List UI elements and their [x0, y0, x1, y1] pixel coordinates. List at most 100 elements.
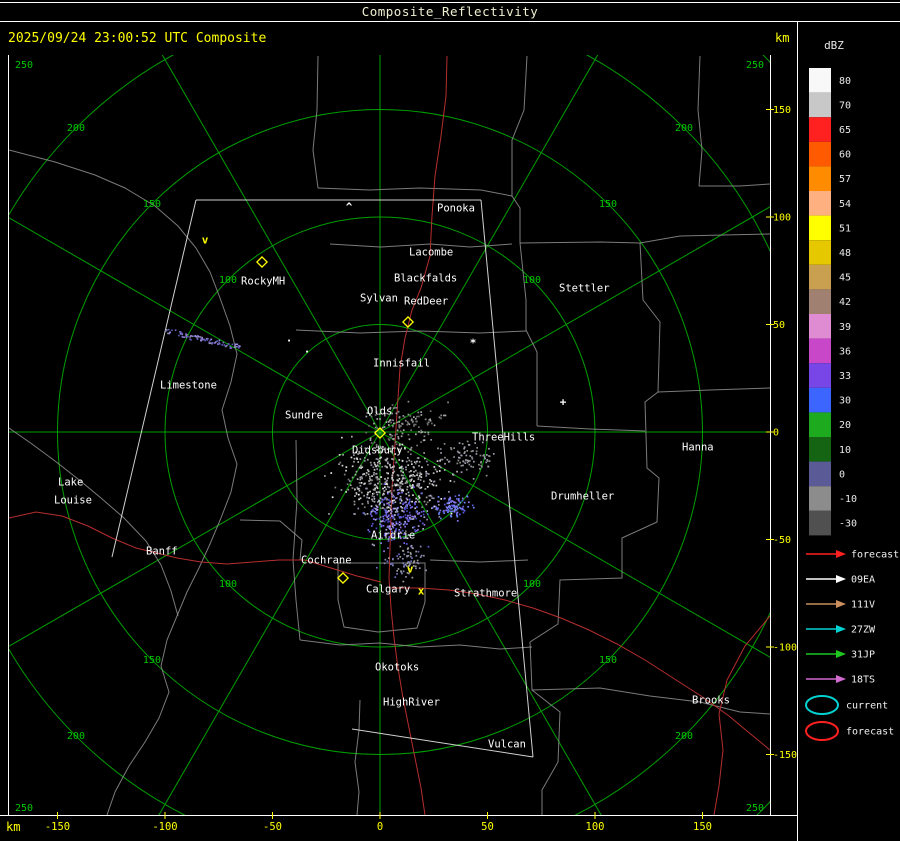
radar-echo — [388, 518, 390, 520]
radar-echo — [440, 518, 442, 520]
radar-echo — [412, 577, 414, 579]
town-label: Limestone — [160, 380, 217, 392]
radar-echo — [409, 499, 411, 501]
radar-echo — [359, 490, 361, 492]
radar-echo — [404, 447, 406, 449]
storm-ellipse-label: current — [846, 701, 888, 712]
radar-echo — [457, 516, 459, 518]
radar-echo — [350, 484, 352, 486]
radar-echo — [466, 455, 468, 457]
radar-echo — [444, 463, 446, 465]
radar-echo — [384, 521, 386, 523]
radar-echo — [386, 472, 388, 474]
radar-echo — [390, 505, 392, 507]
ring-distance-label: 100 — [523, 275, 541, 286]
dbz-value: 33 — [839, 371, 851, 382]
storm-vector-arrowhead-icon — [836, 650, 846, 658]
radar-echo — [380, 516, 382, 518]
radar-echo — [406, 543, 408, 545]
radar-echo — [410, 429, 412, 431]
radar-echo — [400, 496, 402, 498]
radar-echo — [418, 495, 420, 497]
radar-echo — [375, 473, 377, 475]
dbz-value: 10 — [839, 445, 851, 456]
storm-vector-arrowhead-icon — [836, 625, 846, 633]
radar-echo — [418, 513, 420, 515]
radar-echo — [424, 435, 426, 437]
radar-echo — [395, 485, 397, 487]
radar-echo — [375, 427, 377, 429]
storm-vector-label: 31JP — [851, 650, 875, 661]
dbz-value: 60 — [839, 150, 851, 161]
radar-echo — [378, 500, 380, 502]
radar-echo — [462, 500, 464, 502]
radar-echo — [402, 558, 404, 560]
radar-echo — [365, 475, 367, 477]
radar-echo — [401, 475, 403, 477]
radar-echo — [467, 441, 469, 443]
radar-echo — [464, 462, 466, 464]
radar-echo — [239, 346, 241, 348]
radar-echo — [181, 333, 183, 335]
radar-echo — [432, 507, 434, 509]
radar-echo — [403, 581, 405, 583]
radar-echo — [175, 329, 177, 331]
radar-echo — [384, 478, 386, 480]
radar-echo — [347, 483, 349, 485]
radar-echo — [447, 459, 449, 461]
radar-display[interactable]: 1001001001001501501501502002002002002502… — [0, 0, 900, 841]
radar-echo — [405, 493, 407, 495]
radar-echo — [411, 501, 413, 503]
radar-echo — [398, 411, 400, 413]
radar-echo — [417, 412, 419, 414]
radar-echo — [408, 502, 410, 504]
county-boundary — [537, 426, 645, 431]
radar-echo — [407, 451, 409, 453]
radar-echo — [396, 413, 398, 415]
radar-echo — [418, 501, 420, 503]
radar-echo — [364, 457, 366, 459]
radar-echo — [193, 335, 195, 337]
radar-echo — [456, 506, 458, 508]
radar-echo — [470, 466, 472, 468]
radar-echo — [476, 451, 478, 453]
radar-echo — [373, 545, 375, 547]
radar-echo — [399, 478, 401, 480]
radar-echo — [373, 493, 375, 495]
radar-echo — [471, 456, 473, 458]
radar-echo — [342, 454, 344, 456]
radar-echo — [408, 492, 410, 494]
radar-echo — [210, 342, 212, 344]
radar-echo — [445, 415, 447, 417]
radar-echo — [171, 330, 173, 332]
radar-echo — [206, 339, 208, 341]
radar-echo — [384, 486, 386, 488]
radar-echo — [458, 504, 460, 506]
radar-echo — [388, 424, 390, 426]
town-label: Cochrane — [301, 555, 352, 567]
radar-echo — [407, 551, 409, 553]
county-boundary — [240, 520, 302, 560]
radar-echo — [406, 480, 408, 482]
radar-echo — [400, 570, 402, 572]
radar-echo — [416, 461, 418, 463]
radar-echo — [439, 470, 441, 472]
radar-echo — [440, 448, 442, 450]
radar-echo — [480, 455, 482, 457]
radar-echo — [409, 471, 411, 473]
radar-echo — [399, 524, 401, 526]
radar-echo — [425, 488, 427, 490]
town-label: Blackfalds — [394, 273, 457, 285]
radar-echo — [392, 500, 394, 502]
radar-echo — [453, 474, 455, 476]
radar-echo — [374, 511, 376, 513]
radar-echo — [355, 474, 357, 476]
radar-echo — [392, 474, 394, 476]
radar-echo — [416, 445, 418, 447]
radar-echo — [429, 500, 431, 502]
radar-echo — [476, 447, 478, 449]
radar-echo — [434, 425, 436, 427]
radar-echo — [454, 511, 456, 513]
radar-echo — [437, 460, 439, 462]
colorbar-title: dBZ — [804, 39, 864, 52]
